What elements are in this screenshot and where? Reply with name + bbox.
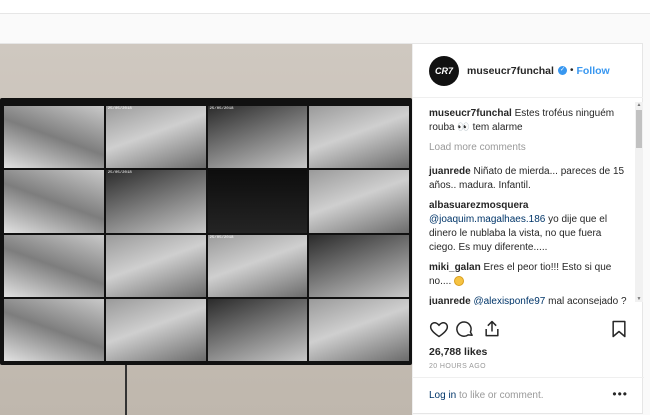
- camera-timestamp: 25/05/2018: [107, 171, 132, 176]
- camera-timestamp: 25/05/2018: [107, 107, 132, 111]
- camera-grid: 25/05/2018 25/05/2018 25/05/2018 25/05/2…: [4, 106, 409, 361]
- login-prompt: Log in to like or comment. •••: [413, 377, 644, 415]
- verified-icon: ✓: [557, 66, 567, 75]
- bookmark-icon[interactable]: [609, 319, 629, 339]
- comment-mention[interactable]: @alexisponfe97: [473, 296, 545, 305]
- comment-username[interactable]: juanrede: [429, 296, 471, 305]
- eyes-emoji-icon: 👀: [457, 122, 470, 133]
- scroll-down-icon[interactable]: ▼: [636, 296, 642, 302]
- instagram-post: 25/05/2018 25/05/2018 25/05/2018 25/05/2…: [0, 43, 644, 415]
- post-author-username[interactable]: museucr7funchal: [467, 65, 554, 77]
- comments-scrollbar[interactable]: ▲ ▼: [635, 102, 643, 302]
- monitor-cable: [125, 365, 127, 415]
- caption-text-end: tem alarme: [472, 122, 523, 133]
- share-icon[interactable]: [482, 319, 502, 339]
- likes-count[interactable]: 26,788 likes: [429, 346, 487, 358]
- camera-feed: [105, 234, 206, 297]
- login-prompt-text: to like or comment.: [459, 390, 544, 401]
- comments-list[interactable]: museucr7funchal Estes troféus ninguém ro…: [413, 99, 644, 305]
- scroll-up-icon[interactable]: ▲: [636, 102, 642, 108]
- camera-timestamp: 25/05/2018: [209, 235, 234, 240]
- camera-feed: [207, 298, 308, 361]
- post-timestamp[interactable]: 20 HOURS AGO: [429, 363, 486, 370]
- comment-username[interactable]: juanrede: [429, 166, 471, 177]
- camera-feed: [4, 298, 104, 361]
- camera-feed: 25/05/2018: [105, 170, 206, 233]
- post-photo[interactable]: 25/05/2018 25/05/2018 25/05/2018 25/05/2…: [0, 44, 412, 415]
- scrollbar-thumb[interactable]: [636, 110, 642, 148]
- login-link[interactable]: Log in: [429, 390, 456, 401]
- follow-button[interactable]: Follow: [576, 65, 609, 77]
- caption: museucr7funchal Estes troféus ninguém ro…: [429, 107, 628, 135]
- post-sidebar: CR7 museucr7funchal ✓ • Follow museucr7f…: [412, 44, 644, 415]
- camera-timestamp: 25/05/2018: [209, 107, 234, 111]
- comment-item: juanrede @alexisponfe97 mal aconsejado ?…: [429, 295, 628, 305]
- camera-feed: [309, 234, 409, 297]
- comment-username[interactable]: miki_galan: [429, 262, 481, 273]
- action-bar: [427, 319, 629, 341]
- camera-feed: [309, 298, 409, 361]
- camera-feed: [4, 234, 104, 297]
- post-header: CR7 museucr7funchal ✓ • Follow: [413, 44, 643, 98]
- camera-feed: 25/05/2018: [207, 106, 308, 169]
- comment-item: miki_galan Eres el peor tio!!! Esto si q…: [429, 261, 628, 289]
- comment-mention[interactable]: @joaquim.magalhaes.186: [429, 214, 545, 225]
- camera-feed: [309, 170, 409, 233]
- more-options-icon[interactable]: •••: [612, 387, 628, 401]
- smiley-emoji-icon: [454, 276, 465, 287]
- comment-icon[interactable]: [455, 319, 475, 339]
- comment-item: albasuarezmosquera @joaquim.magalhaes.18…: [429, 199, 628, 255]
- camera-feed: [207, 170, 308, 233]
- camera-feed: 25/05/2018: [105, 106, 206, 169]
- comment-item: juanrede Niñato de mierda... pareces de …: [429, 165, 628, 193]
- comment-username[interactable]: albasuarezmosquera: [429, 200, 529, 211]
- avatar[interactable]: CR7: [429, 55, 459, 86]
- load-more-comments-button[interactable]: Load more comments: [429, 141, 628, 155]
- caption-username[interactable]: museucr7funchal: [429, 108, 512, 119]
- camera-feed: [4, 106, 104, 169]
- camera-feed: [4, 170, 104, 233]
- top-navigation-bar: [0, 0, 650, 14]
- camera-feed: [309, 106, 409, 169]
- camera-feed: 25/05/2018: [207, 234, 308, 297]
- heart-icon[interactable]: [429, 319, 449, 339]
- camera-feed: [105, 298, 206, 361]
- header-separator: •: [569, 65, 574, 76]
